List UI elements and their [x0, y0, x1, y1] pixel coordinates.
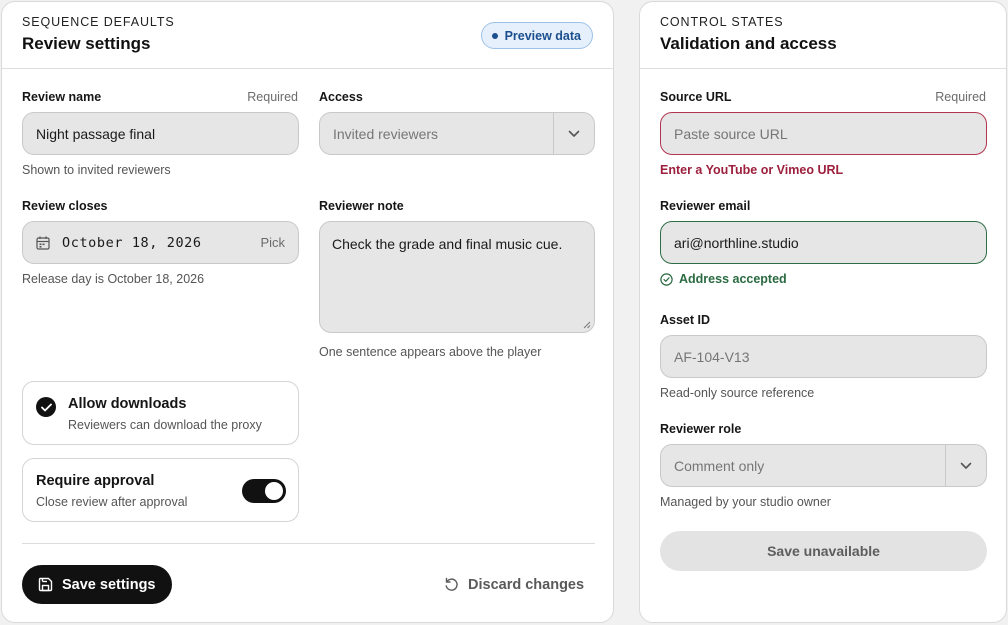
- badge-label: Preview data: [504, 28, 581, 43]
- source-url-label: Source URL: [660, 90, 732, 104]
- reviewer-note-textarea[interactable]: Check the grade and final music cue.: [319, 221, 595, 333]
- chevron-down-icon: [960, 462, 972, 469]
- panel-eyebrow: SEQUENCE DEFAULTS: [22, 15, 175, 29]
- check-circle-icon: [660, 272, 673, 286]
- review-name-input[interactable]: Night passage final: [22, 112, 299, 155]
- save-settings-button[interactable]: Save settings: [22, 565, 172, 604]
- save-unavailable-button: Save unavailable: [660, 531, 987, 571]
- review-name-required: Required: [247, 90, 298, 104]
- calendar-icon: [36, 236, 50, 250]
- panel-header: CONTROL STATES Validation and access: [640, 2, 1006, 69]
- require-approval-subtitle: Close review after approval: [36, 495, 188, 509]
- reviewer-role-label: Reviewer role: [660, 422, 742, 436]
- review-closes-date-input[interactable]: October 18, 2026 Pick: [22, 221, 299, 264]
- source-url-placeholder: Paste source URL: [674, 125, 788, 142]
- chevron-down-icon: [568, 130, 580, 137]
- panel-title: Validation and access: [660, 34, 837, 53]
- source-url-error: Enter a YouTube or Vimeo URL: [660, 163, 844, 177]
- discard-changes-label: Discard changes: [468, 576, 585, 593]
- allow-downloads-subtitle: Reviewers can download the proxy: [68, 418, 262, 432]
- asset-id-help: Read-only source reference: [660, 386, 815, 400]
- require-approval-title: Require approval: [36, 473, 155, 489]
- discard-changes-button[interactable]: Discard changes: [440, 565, 588, 604]
- undo-icon: [445, 577, 458, 591]
- reviewer-role-value: Comment only: [674, 457, 765, 474]
- reviewer-note-help: One sentence appears above the player: [319, 345, 542, 359]
- badge-dot-icon: [491, 32, 498, 39]
- review-closes-help: Release day is October 18, 2026: [22, 272, 205, 286]
- validation-access-panel: CONTROL STATES Validation and access Sou…: [639, 1, 1007, 623]
- review-name-label: Review name: [22, 90, 102, 104]
- reviewer-email-value: ari@northline.studio: [674, 234, 799, 251]
- access-label: Access: [319, 90, 363, 104]
- panel-title: Review settings: [22, 34, 151, 53]
- reviewer-note-label: Reviewer note: [319, 199, 404, 213]
- review-settings-panel: SEQUENCE DEFAULTS Review settings Previe…: [1, 1, 614, 623]
- date-pick-button[interactable]: Pick: [260, 235, 285, 250]
- save-icon: [38, 577, 53, 592]
- reviewer-role-select: Comment only: [660, 444, 987, 487]
- check-icon: [40, 403, 52, 411]
- review-name-value: Night passage final: [36, 125, 156, 142]
- asset-id-label: Asset ID: [660, 313, 711, 327]
- allow-downloads-title: Allow downloads: [68, 396, 187, 412]
- toggle-knob: [265, 482, 283, 500]
- reviewer-role-chevron: [945, 445, 986, 486]
- allow-downloads-checkbox[interactable]: [36, 397, 56, 417]
- allow-downloads-card[interactable]: Allow downloads Reviewers can download t…: [22, 381, 299, 445]
- review-closes-value: October 18, 2026: [62, 234, 202, 251]
- asset-id-readonly-field: AF-104-V13: [660, 335, 987, 378]
- save-unavailable-label: Save unavailable: [767, 543, 880, 559]
- save-settings-label: Save settings: [62, 576, 156, 593]
- require-approval-toggle[interactable]: [242, 479, 286, 503]
- access-select[interactable]: Invited reviewers: [319, 112, 595, 155]
- asset-id-value: AF-104-V13: [674, 348, 750, 365]
- panel-eyebrow: CONTROL STATES: [660, 15, 784, 29]
- review-closes-label: Review closes: [22, 199, 108, 213]
- source-url-input[interactable]: Paste source URL: [660, 112, 987, 155]
- reviewer-role-help: Managed by your studio owner: [660, 495, 831, 509]
- require-approval-card: Require approval Close review after appr…: [22, 458, 299, 522]
- reviewer-note-value: Check the grade and final music cue.: [332, 236, 563, 252]
- reviewer-email-success-label: Address accepted: [679, 272, 787, 286]
- review-name-help: Shown to invited reviewers: [22, 163, 171, 177]
- panel-header: SEQUENCE DEFAULTS Review settings Previe…: [2, 2, 613, 69]
- footer-divider: [22, 543, 595, 544]
- source-url-required: Required: [935, 90, 986, 104]
- resize-grip-icon[interactable]: [583, 321, 591, 329]
- reviewer-email-input[interactable]: ari@northline.studio: [660, 221, 987, 264]
- reviewer-email-success: Address accepted: [660, 272, 787, 286]
- preview-data-badge: Preview data: [480, 22, 593, 49]
- reviewer-email-label: Reviewer email: [660, 199, 751, 213]
- access-chevron[interactable]: [553, 113, 594, 154]
- access-value: Invited reviewers: [333, 125, 439, 142]
